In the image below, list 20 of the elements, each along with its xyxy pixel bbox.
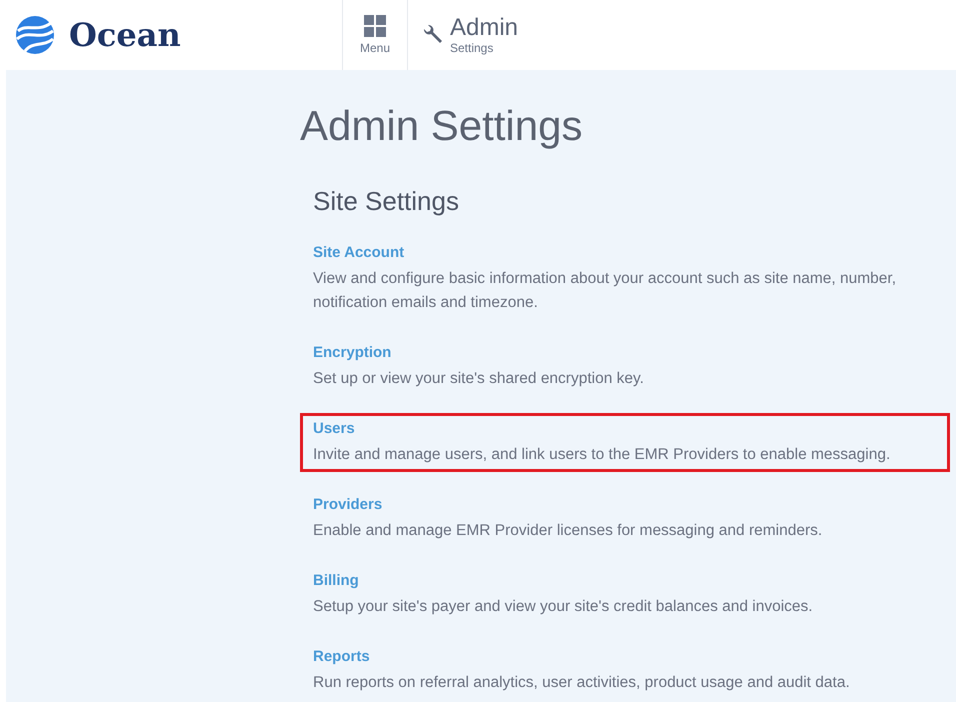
ocean-logo-icon [15,15,55,55]
page-title: Admin Settings [300,101,584,150]
section-subtitle: Settings [450,42,494,54]
settings-description: Setup your site's payer and view your site's credit balances and invoices. [313,597,814,617]
brand-name: Ocean [69,16,181,54]
section-title: Admin [450,16,518,40]
grid-icon [364,15,386,37]
settings-link[interactable]: Providers [313,494,937,516]
settings-link[interactable]: Encryption [313,342,937,364]
settings-description: Invite and manage users, and link users to the EMR Providers to enable messaging. [313,445,892,465]
menu-button[interactable]: Menu [342,0,408,70]
settings-link[interactable]: Reports [313,646,937,668]
settings-link[interactable]: Billing [313,570,937,592]
settings-description: View and configure basic information about your account such as site name, number, notification emails and timezone. [313,269,898,313]
settings-link[interactable]: Site Account [313,242,937,264]
settings-link[interactable]: Users [313,418,937,440]
settings-description: Run reports on referral analytics, user activities, product usage and audit data. [313,673,851,693]
settings-description: Set up or view your site's shared encryption key. [313,369,645,389]
settings-description: Enable and manage EMR Provider licenses for messaging and reminders. [313,521,824,541]
section-heading: Site Settings [313,186,460,217]
